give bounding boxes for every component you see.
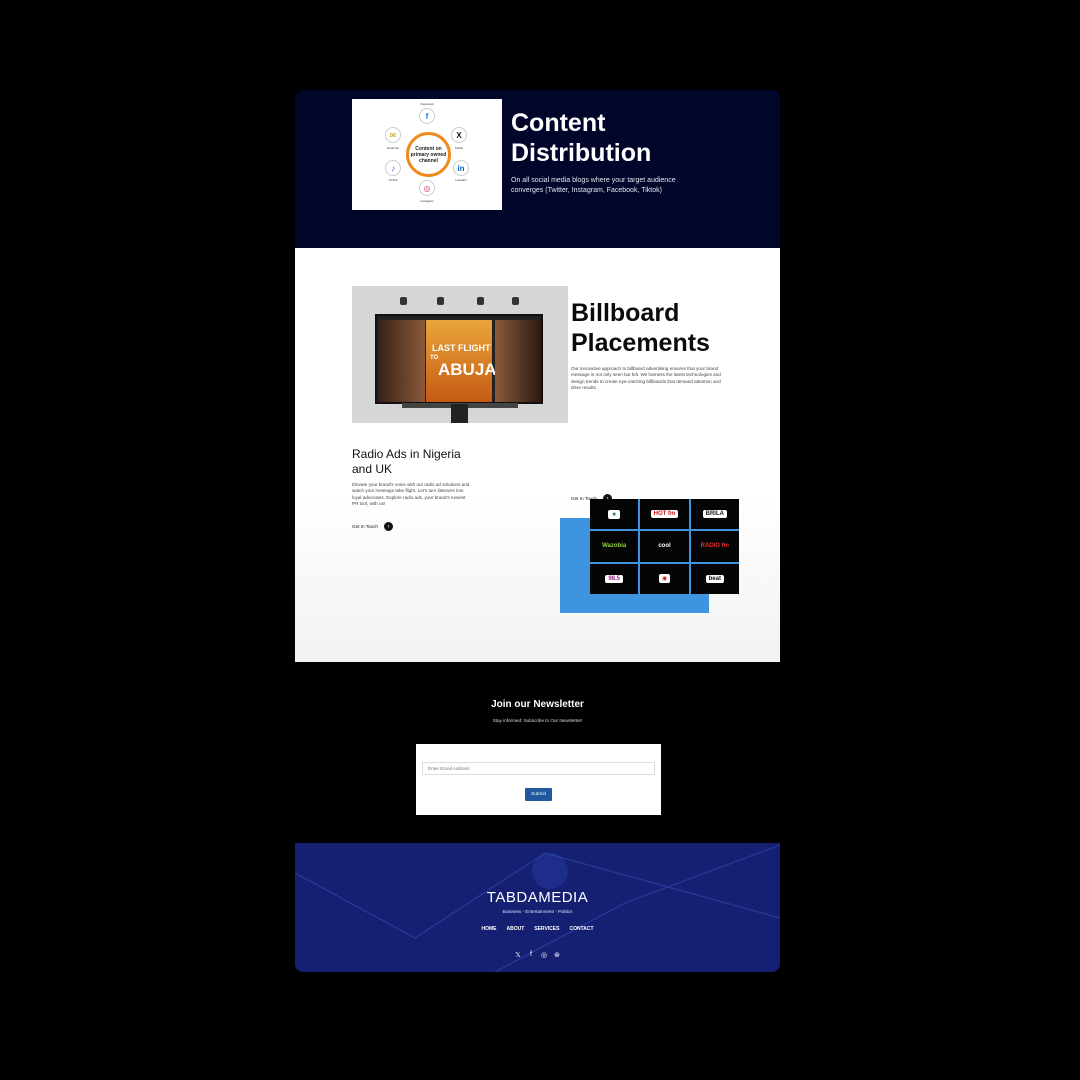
instagram-icon: ◎ — [419, 180, 435, 196]
radio-title: Radio Ads in Nigeria and UK — [352, 447, 461, 476]
cta-label: Get In Touch — [352, 524, 378, 529]
radio-logo-text: RADIO fm — [697, 542, 732, 551]
poster-line-1: LAST FLIGHT — [432, 343, 491, 353]
facebook-icon[interactable]: f — [527, 951, 535, 959]
billboard-post — [451, 404, 468, 423]
instagram-icon[interactable]: ◎ — [540, 951, 548, 959]
radio-body: Elevate your brand's voice with our radi… — [352, 482, 470, 507]
radio-station-logo: ★ — [590, 499, 639, 530]
radio-station-logo: HOT fm — [640, 499, 689, 530]
radio-cta[interactable]: Get In Touch › — [352, 522, 393, 531]
dribbble-icon[interactable]: ⊛ — [553, 951, 561, 959]
facebook-icon: f — [419, 108, 435, 124]
nav-services[interactable]: SERVICES — [534, 926, 559, 932]
diagram-caption: Facebook — [420, 102, 434, 106]
linkedin-icon: in — [453, 160, 469, 176]
landing-page: f Facebook X Twitter in LinkedIn ◎ Insta… — [295, 90, 780, 972]
content-distribution-section: f Facebook X Twitter in LinkedIn ◎ Insta… — [295, 90, 780, 248]
diagram-caption: TikTok — [388, 178, 398, 182]
billboard-face-left — [379, 320, 425, 402]
radio-station-logo: RADIO fm — [690, 531, 739, 562]
radio-logo-text: BRILA — [702, 510, 727, 519]
tiktok-icon: ♪ — [385, 160, 401, 176]
billboard-image: LAST FLIGHT TO ABUJA — [352, 286, 568, 423]
billboard-lamp — [477, 297, 484, 305]
distribution-diagram: f Facebook X Twitter in LinkedIn ◎ Insta… — [352, 99, 502, 210]
billboard-lamp — [400, 297, 407, 305]
radio-station-logo: Wazobia — [590, 531, 639, 562]
nav-home[interactable]: HOME — [481, 926, 496, 932]
radio-logo-text: cool — [655, 542, 674, 551]
radio-station-logo: beat — [690, 563, 739, 594]
radio-logo-text: ★ — [608, 509, 620, 519]
email-field[interactable] — [422, 762, 655, 775]
arrow-right-icon: › — [383, 522, 393, 531]
social-links: 𝕏 f ◎ ⊛ — [295, 951, 780, 959]
nav-about[interactable]: ABOUT — [506, 926, 524, 932]
brand-tagline: Business - Entertainment - Politics — [502, 909, 573, 914]
footer: TABDAMEDIA Business - Entertainment - Po… — [295, 843, 780, 972]
billboard-screen: LAST FLIGHT TO ABUJA — [375, 314, 543, 404]
diagram-center: Content on primary owned channel — [406, 132, 451, 177]
distribution-title: Content Distribution — [511, 109, 652, 167]
billboard-face-right — [495, 320, 541, 402]
twitter-icon[interactable]: 𝕏 — [514, 951, 522, 959]
x-icon: X — [451, 127, 467, 143]
radio-logo-text: beat — [705, 574, 724, 583]
radio-station-logo: ◉ — [640, 563, 689, 594]
billboard-lamp — [512, 297, 519, 305]
newsletter-title: Join our Newsletter — [491, 699, 584, 710]
diagram-caption: Instagram — [420, 199, 434, 203]
submit-button[interactable]: Submit — [525, 788, 552, 801]
nav-contact[interactable]: CONTACT — [569, 926, 593, 932]
newsletter-form: Submit — [416, 744, 661, 815]
billboard-title: Billboard Placements — [571, 299, 710, 357]
radio-logo-text: HOT fm — [650, 510, 679, 519]
diagram-caption: Email list — [386, 146, 399, 150]
radio-logo-text: ◉ — [658, 574, 671, 584]
newsletter-subtitle: Stay informed: Subscribe to Our Newslett… — [492, 718, 583, 723]
billboard-body: Our innovative approach to billboard adv… — [571, 366, 721, 391]
distribution-body: On all social media blogs where your tar… — [511, 177, 676, 194]
radio-logo-text: Wazobia — [599, 542, 630, 551]
services-section: LAST FLIGHT TO ABUJA Billboard Placement… — [295, 248, 780, 662]
radio-logo-text: 98.5 — [605, 574, 623, 583]
footer-nav: HOME ABOUT SERVICES CONTACT — [295, 926, 780, 932]
email-icon: ✉ — [385, 127, 401, 143]
radio-station-logo: 98.5 — [590, 563, 639, 594]
radio-station-logo: cool — [640, 531, 689, 562]
poster-line-2: TO — [430, 355, 439, 361]
diagram-caption: LinkedIn — [455, 178, 467, 182]
diagram-center-label: Content on primary owned channel — [410, 145, 447, 164]
billboard-poster: LAST FLIGHT TO ABUJA — [426, 320, 497, 402]
poster-line-3: ABUJA — [438, 360, 497, 379]
billboard-lamp — [437, 297, 444, 305]
brand-logo[interactable]: TABDAMEDIA — [295, 889, 780, 906]
radio-logo-grid: ★ HOT fm BRILA Wazobia cool RADIO fm 98.5 ◉ beat — [590, 499, 739, 594]
radio-station-logo: BRILA — [690, 499, 739, 530]
